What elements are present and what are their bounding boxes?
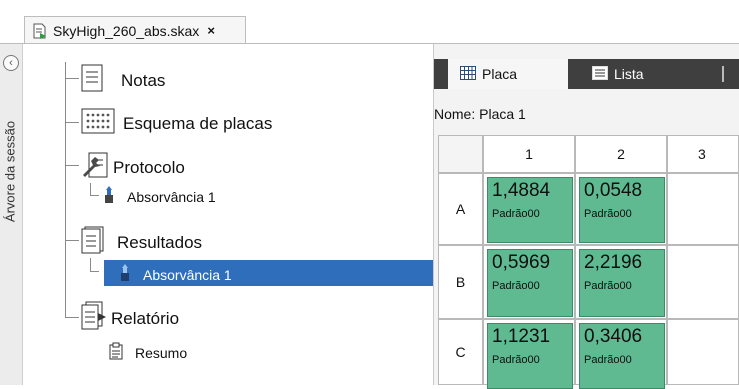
plate-layout-icon — [81, 108, 115, 139]
well-sample[interactable]: 1,1231 Padrão00 — [487, 323, 573, 389]
tree-item-label: Resultados — [117, 232, 203, 252]
well-value: 1,4884 — [492, 180, 551, 201]
well-cell[interactable]: 1,4884 Padrão00 — [483, 173, 575, 245]
well-cell[interactable]: 2,2196 Padrão00 — [575, 245, 667, 319]
well-value: 0,3406 — [584, 326, 643, 347]
well-cell[interactable]: 0,5969 Padrão00 — [483, 245, 575, 319]
well-cell[interactable]: 0,0548 Padrão00 — [575, 173, 667, 245]
well-cell[interactable]: 1,1231 Padrão00 — [483, 319, 575, 389]
plate-view-pane: Placa Lista Nome: Placa 1 1 2 3 A 1,4884… — [434, 44, 739, 389]
tree-connector — [90, 258, 99, 272]
tree-item-absorvancia-protocolo[interactable]: Absorvância 1 — [103, 186, 216, 207]
session-tree-sidebar: ‹ Árvore da sessão — [0, 44, 23, 385]
row-header: C — [438, 319, 483, 385]
tree-item-label: Protocolo — [113, 157, 185, 177]
document-tab-title: SkyHigh_260_abs.skax — [53, 22, 200, 39]
tab-placa[interactable]: Placa — [448, 59, 568, 89]
well-sample[interactable]: 0,5969 Padrão00 — [487, 249, 573, 317]
tree-connector — [90, 183, 99, 196]
tree-connector — [65, 240, 79, 241]
protocol-wrench-icon — [81, 151, 109, 184]
well-label: Padrão00 — [492, 280, 540, 292]
collapse-panel-icon[interactable]: ‹ — [3, 55, 19, 71]
close-icon[interactable]: × — [207, 23, 215, 38]
absorbance-icon — [103, 186, 115, 207]
well-cell[interactable]: 0,3406 Padrão00 — [575, 319, 667, 389]
well-label: Padrão00 — [584, 354, 632, 366]
well-label: Padrão00 — [492, 208, 540, 220]
tab-lista[interactable]: Lista — [580, 59, 690, 89]
session-tree-label[interactable]: Árvore da sessão — [3, 112, 18, 232]
well-value: 1,1231 — [492, 326, 551, 347]
well-cell-empty[interactable] — [667, 319, 739, 385]
column-header: 1 — [483, 135, 575, 173]
view-tab-bar: Placa Lista — [434, 59, 739, 89]
tree-item-label: Resumo — [135, 344, 188, 361]
plate-name-value: Placa 1 — [479, 106, 526, 122]
tree-item-label: Absorvância 1 — [143, 266, 232, 283]
tree-item-relatorio[interactable]: Relatório — [81, 301, 179, 336]
absorbance-icon — [119, 264, 131, 285]
well-label: Padrão00 — [584, 208, 632, 220]
tree-item-notas[interactable]: Notas — [81, 64, 165, 97]
document-file-icon — [33, 23, 47, 39]
session-tree: Notas Esquema de placas Protocolo Absorv… — [23, 44, 434, 385]
well-sample[interactable]: 2,2196 Padrão00 — [579, 249, 665, 317]
column-header: 2 — [575, 135, 667, 173]
tree-item-resultados[interactable]: Resultados — [81, 226, 202, 259]
row-header: A — [438, 173, 483, 245]
tree-connector — [65, 165, 79, 166]
well-sample[interactable]: 0,0548 Padrão00 — [579, 177, 665, 243]
results-icon — [81, 226, 105, 259]
row-header: B — [438, 245, 483, 319]
well-label: Padrão00 — [492, 354, 540, 366]
well-value: 0,0548 — [584, 180, 643, 201]
report-icon — [81, 301, 107, 336]
tree-item-label: Esquema de placas — [123, 113, 273, 133]
tree-connector — [65, 317, 79, 318]
document-tab-strip: SkyHigh_260_abs.skax × — [0, 0, 739, 44]
tree-item-esquema-de-placas[interactable]: Esquema de placas — [81, 108, 272, 139]
tree-item-protocolo[interactable]: Protocolo — [81, 151, 185, 184]
tree-connector — [65, 78, 79, 79]
well-sample[interactable]: 0,3406 Padrão00 — [579, 323, 665, 389]
summary-icon — [109, 342, 123, 363]
notes-icon — [81, 64, 103, 97]
plate-name-label: Nome: — [434, 106, 476, 122]
tree-connector — [65, 62, 66, 318]
well-label: Padrão00 — [584, 280, 632, 292]
tree-item-label: Absorvância 1 — [127, 188, 216, 205]
tree-item-label: Relatório — [111, 308, 180, 328]
tab-label: Lista — [614, 66, 644, 82]
tree-item-resumo[interactable]: Resumo — [109, 342, 187, 363]
tab-scroll-indicator — [722, 66, 724, 82]
well-sample[interactable]: 1,4884 Padrão00 — [487, 177, 573, 243]
well-cell-empty[interactable] — [667, 245, 739, 319]
plate-name-row: Nome: Placa 1 — [434, 106, 526, 122]
grid-corner — [438, 135, 483, 173]
column-header: 3 — [667, 135, 739, 173]
tree-item-absorvancia-resultados[interactable]: Absorvância 1 — [103, 264, 232, 285]
well-cell-empty[interactable] — [667, 173, 739, 245]
list-icon — [592, 65, 608, 83]
well-value: 0,5969 — [492, 252, 551, 273]
grid-icon — [460, 65, 476, 83]
tab-label: Placa — [482, 66, 518, 82]
tree-item-label: Notas — [121, 70, 166, 90]
tree-connector — [65, 122, 79, 123]
document-tab[interactable]: SkyHigh_260_abs.skax × — [24, 16, 246, 44]
well-value: 2,2196 — [584, 252, 643, 273]
